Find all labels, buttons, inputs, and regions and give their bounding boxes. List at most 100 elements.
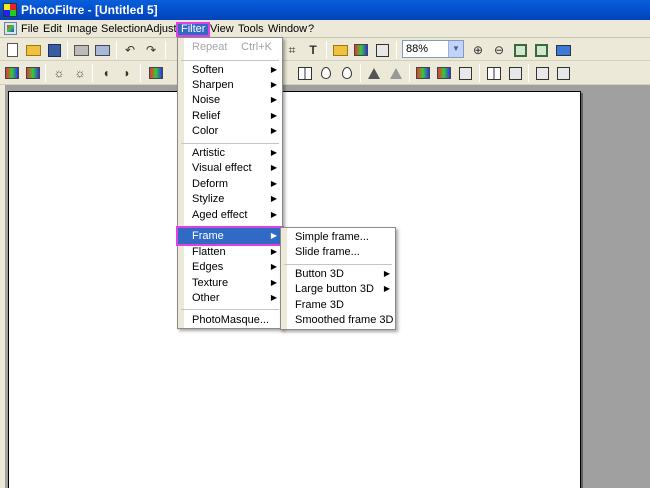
title-bar: PhotoFiltre - [Untitled 5] xyxy=(0,0,650,20)
fit-window-icon[interactable] xyxy=(533,42,549,58)
menu-item-photomasque[interactable]: PhotoMasque... xyxy=(178,312,282,328)
text-icon[interactable]: T xyxy=(305,42,321,58)
menu-item-texture[interactable]: Texture ▶ xyxy=(178,275,282,291)
gradient-alt-icon[interactable] xyxy=(436,65,452,81)
chevron-right-icon: ▶ xyxy=(270,65,277,74)
contrast-plus-icon[interactable]: ◗ xyxy=(119,65,135,81)
filter-menu: Repeat Ctrl+K Soften ▶ Sharpen ▶ Noise ▶ Re… xyxy=(176,37,284,329)
browser-icon[interactable] xyxy=(332,42,348,58)
chevron-right-icon: ▶ xyxy=(270,179,277,188)
menu-adjust[interactable]: Adjust xyxy=(143,22,180,37)
menu-selection[interactable]: Selection xyxy=(98,22,149,37)
new-icon[interactable] xyxy=(4,42,20,58)
zoom-in-icon[interactable]: ⊕ xyxy=(470,42,486,58)
open-folder-icon[interactable] xyxy=(25,42,41,58)
menu-item-flatten[interactable]: Flatten ▶ xyxy=(178,244,282,260)
main-toolbar: ↶ ↷ ⌗ T 88% ▼ ⊕ ⊖ xyxy=(0,38,650,61)
menu-item-color[interactable]: Color ▶ xyxy=(178,123,282,139)
zoom-out-icon[interactable]: ⊖ xyxy=(491,42,507,58)
menu-item-button-3d[interactable]: Button 3D ▶ xyxy=(281,266,395,282)
menu-bar: File Edit Image Selection Adjust Filter … xyxy=(0,20,650,38)
brightness-plus-icon[interactable]: ☼ xyxy=(72,65,88,81)
menu-item-deform[interactable]: Deform ▶ xyxy=(178,176,282,192)
menu-file[interactable]: File xyxy=(18,22,42,37)
menu-help[interactable]: ? xyxy=(305,22,317,37)
sharpen-drop-icon[interactable] xyxy=(339,65,355,81)
fullscreen-icon[interactable] xyxy=(555,42,571,58)
texture-icon[interactable] xyxy=(457,65,473,81)
chevron-right-icon: ▶ xyxy=(270,293,277,302)
menu-item-stylize[interactable]: Stylize ▶ xyxy=(178,191,282,207)
filter-toolbar: ☼ ☼ ◖ ◗ xyxy=(0,61,650,85)
menu-item-frame-3d[interactable]: Frame 3D xyxy=(281,297,395,313)
crop-icon[interactable]: ⌗ xyxy=(284,42,300,58)
color-balance-icon[interactable] xyxy=(148,65,164,81)
chevron-right-icon: ▶ xyxy=(270,210,277,219)
rotate-left-icon[interactable] xyxy=(534,65,550,81)
actual-size-icon[interactable] xyxy=(512,42,528,58)
menu-item-noise[interactable]: Noise ▶ xyxy=(178,92,282,108)
menu-item-slide-frame[interactable]: Slide frame... xyxy=(281,244,395,260)
zoom-select[interactable]: 88% ▼ xyxy=(402,40,464,58)
menu-item-other[interactable]: Other ▶ xyxy=(178,290,282,306)
app-icon[interactable] xyxy=(3,3,17,17)
chevron-right-icon: ▶ xyxy=(383,284,390,293)
menu-item-sharpen[interactable]: Sharpen ▶ xyxy=(178,77,282,93)
chevron-down-icon[interactable]: ▼ xyxy=(448,41,463,57)
chevron-right-icon: ▶ xyxy=(270,278,277,287)
triangle-icon[interactable] xyxy=(366,65,382,81)
undo-icon[interactable]: ↶ xyxy=(122,42,138,58)
window-icon[interactable] xyxy=(374,42,390,58)
menu-item-soften[interactable]: Soften ▶ xyxy=(178,62,282,78)
chevron-right-icon: ▶ xyxy=(270,194,277,203)
chevron-right-icon: ▶ xyxy=(270,247,277,256)
flip-horizontal-icon[interactable] xyxy=(486,65,502,81)
triangle-outline-icon[interactable] xyxy=(388,65,404,81)
menu-item-aged-effect[interactable]: Aged effect ▶ xyxy=(178,207,282,223)
scan-icon[interactable] xyxy=(94,42,110,58)
brightness-minus-icon[interactable]: ☼ xyxy=(51,65,67,81)
menu-item-simple-frame[interactable]: Simple frame... xyxy=(281,229,395,245)
menu-item-frame[interactable]: Frame ▶ xyxy=(176,226,284,246)
menu-view[interactable]: View xyxy=(207,22,237,37)
menu-item-repeat: Repeat Ctrl+K xyxy=(192,41,272,53)
redo-icon[interactable]: ↷ xyxy=(143,42,159,58)
menu-item-visual-effect[interactable]: Visual effect ▶ xyxy=(178,160,282,176)
document-icon[interactable] xyxy=(4,22,17,35)
save-disk-icon[interactable] xyxy=(46,42,62,58)
menu-item-edges[interactable]: Edges ▶ xyxy=(178,259,282,275)
repeat-shortcut: Ctrl+K xyxy=(241,41,272,53)
menu-filter[interactable]: Filter xyxy=(176,22,211,37)
print-icon[interactable] xyxy=(73,42,89,58)
chevron-right-icon: ▶ xyxy=(270,148,277,157)
book-icon[interactable] xyxy=(297,65,313,81)
contrast-minus-icon[interactable]: ◖ xyxy=(98,65,114,81)
chevron-right-icon: ▶ xyxy=(270,163,277,172)
workspace-edge xyxy=(0,85,5,488)
menu-image[interactable]: Image xyxy=(64,22,101,37)
menu-window[interactable]: Window xyxy=(265,22,310,37)
chevron-right-icon: ▶ xyxy=(383,269,390,278)
menu-item-relief[interactable]: Relief ▶ xyxy=(178,108,282,124)
chevron-right-icon: ▶ xyxy=(270,95,277,104)
zoom-value: 88% xyxy=(406,43,429,55)
rotate-right-icon[interactable] xyxy=(555,65,571,81)
menu-item-large-button-3d[interactable]: Large button 3D ▶ xyxy=(281,281,395,297)
window-title: PhotoFiltre - [Untitled 5] xyxy=(21,3,158,17)
palette-icon[interactable] xyxy=(353,42,369,58)
frame-submenu: Simple frame... Slide frame... Button 3D… xyxy=(280,227,396,330)
flip-vertical-icon[interactable] xyxy=(507,65,523,81)
blur-drop-icon[interactable] xyxy=(318,65,334,81)
chevron-right-icon: ▶ xyxy=(270,231,277,240)
auto-contrast-icon[interactable] xyxy=(25,65,41,81)
gradient-icon[interactable] xyxy=(415,65,431,81)
menu-item-smoothed-frame-3d[interactable]: Smoothed frame 3D xyxy=(281,312,395,328)
menu-edit[interactable]: Edit xyxy=(40,22,65,37)
chevron-right-icon: ▶ xyxy=(270,126,277,135)
chevron-right-icon: ▶ xyxy=(270,262,277,271)
auto-level-icon[interactable] xyxy=(4,65,20,81)
chevron-right-icon: ▶ xyxy=(270,80,277,89)
menu-item-artistic[interactable]: Artistic ▶ xyxy=(178,145,282,161)
chevron-right-icon: ▶ xyxy=(270,111,277,120)
menu-tools[interactable]: Tools xyxy=(235,22,267,37)
